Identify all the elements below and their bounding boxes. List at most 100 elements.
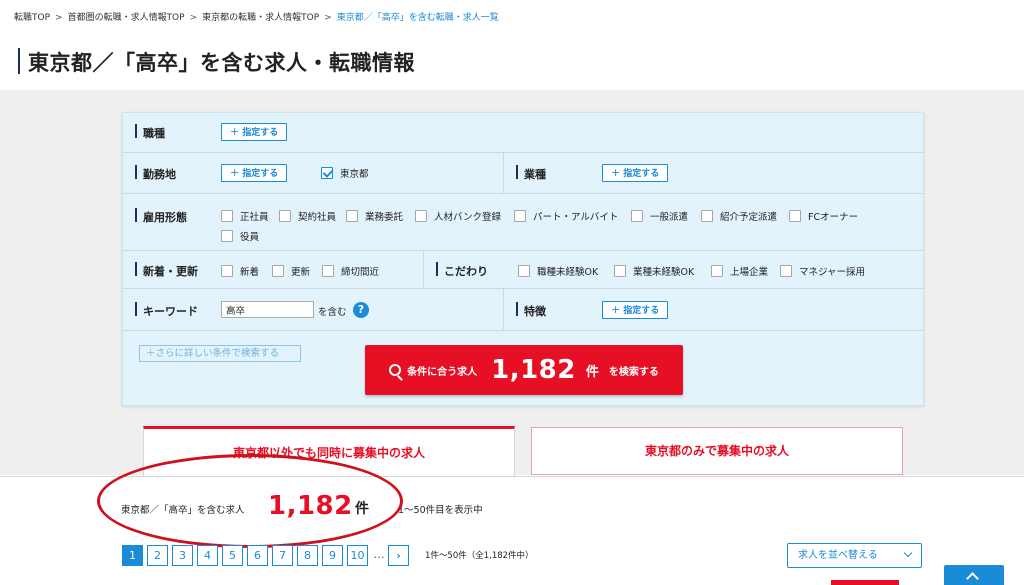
freshness-option-1[interactable]: 更新 [272,264,310,278]
keyword-label: キーワード [135,302,198,319]
checkbox-label: マネジャー採用 [799,267,866,278]
industry-assign-button[interactable]: + 指定する [602,164,669,182]
checkbox-label: 人材バンク登録 [434,212,501,223]
keyword-input[interactable] [221,301,314,318]
job-type-label: 職種 [135,124,165,141]
sort-dropdown[interactable]: 求人を並べ替える [787,543,922,568]
more-conditions-button[interactable]: ＋さらに詳しい条件で検索する [139,345,301,362]
plus-icon: + [230,166,240,179]
checkbox-label: 締切間近 [341,267,380,278]
keyword-suffix: を含む [318,307,347,318]
checkbox-label: FCオーナー [808,212,859,223]
breadcrumb-link-tokyo[interactable]: 東京都の転職・求人情報TOP [202,10,319,23]
preferences-option-3[interactable]: マネジャー採用 [780,264,865,278]
breadcrumb-link-capital-area[interactable]: 首都圏の転職・求人情報TOP [68,10,185,23]
page-title: 東京都／「高卒」を含む求人・転職情報 [28,51,415,75]
row-employment: 雇用形態 正社員 契約社員 業務委託 人材バンク登録 パート・アルバイト 一般派… [123,194,923,251]
help-icon[interactable]: ? [353,302,369,318]
checkbox-icon [631,210,643,222]
employment-option-0[interactable]: 正社員 [221,209,269,223]
assign-label: 指定する [242,128,279,138]
employment-option-2[interactable]: 業務委託 [346,209,403,223]
industry-label: 業種 [516,165,546,182]
job-type-assign-button[interactable]: + 指定する [221,123,288,141]
checkbox-label: 更新 [291,267,311,278]
preferences-option-2[interactable]: 上場企業 [711,264,768,278]
page-link-6[interactable]: 6 [247,545,268,566]
checkbox-icon [518,265,530,277]
pagination-info: 1件〜50件（全1,182件中） [425,551,534,561]
checkbox-icon [221,265,233,277]
checkbox-icon [780,265,792,277]
row-freshness-preferences: 新着・更新 新着 更新 締切間近 こだわり 職種未経験OK 業種未経験OK 上場… [123,251,923,289]
checkbox-icon [415,210,427,222]
tab-tokyo-only[interactable]: 東京都のみで募集中の求人 [531,427,903,475]
checkbox-label: パート・アルバイト [533,212,619,223]
page-header: 東京都／「高卒」を含む求人・転職情報 [0,30,1024,90]
page-link-10[interactable]: 10 [347,545,368,566]
assign-label: 指定する [242,169,279,179]
employment-option-4[interactable]: パート・アルバイト [514,209,618,223]
breadcrumb-current: 東京都／「高卒」を含む転職・求人一覧 [336,13,499,23]
preferences-option-1[interactable]: 業種未経験OK [614,264,694,278]
employment-option-8[interactable]: 役員 [221,229,259,243]
features-assign-button[interactable]: + 指定する [602,301,669,319]
industry-cell: 業種 + 指定する [503,153,923,193]
page-link-1[interactable]: 1 [122,545,143,566]
search-icon [389,364,402,376]
plus-icon: + [230,125,240,138]
employment-option-5[interactable]: 一般派遣 [631,209,688,223]
breadcrumb-separator: > [324,13,332,23]
features-cell: 特徴 + 指定する [503,289,923,330]
page-link-9[interactable]: 9 [322,545,343,566]
checkbox-icon [322,265,334,277]
checkbox-icon [346,210,358,222]
breadcrumb-link-top[interactable]: 転職TOP [14,10,50,23]
freshness-label: 新着・更新 [135,262,198,279]
page-link-2[interactable]: 2 [147,545,168,566]
freshness-option-2[interactable]: 締切間近 [322,264,379,278]
location-checkbox-tokyo[interactable]: 東京都 [321,166,369,180]
highlight-ellipse [97,454,403,548]
location-assign-button[interactable]: + 指定する [221,164,288,182]
page-link-5[interactable]: 5 [222,545,243,566]
checkbox-label: 紹介予定派遣 [720,212,778,223]
employment-option-7[interactable]: FCオーナー [789,209,858,223]
chevron-down-icon [903,548,913,558]
checkbox-icon [272,265,284,277]
freshness-option-0[interactable]: 新着 [221,264,259,278]
page-link-7[interactable]: 7 [272,545,293,566]
checkbox-label: 職種未経験OK [537,267,599,278]
employment-option-6[interactable]: 紹介予定派遣 [701,209,777,223]
checkbox-icon [221,230,233,242]
search-button-prefix: 条件に合う求人 [407,366,478,378]
row-keyword-features: キーワード を含む ? 特徴 +指定する [123,289,923,331]
breadcrumb: 転職TOP > 首都圏の転職・求人情報TOP > 東京都の転職・求人情報TOP > 東京都／… [14,10,499,23]
page-link-4[interactable]: 4 [197,545,218,566]
result-range: 1〜50件目を表示中 [398,505,483,516]
assign-label: 指定する [623,169,660,179]
checkbox-icon [711,265,723,277]
checkbox-label: 契約社員 [298,212,337,223]
checkbox-label: 東京都 [340,169,369,180]
next-page-icon[interactable]: › [388,545,409,566]
chevron-up-icon [966,572,979,585]
search-button-unit: 件 [585,364,599,380]
checkbox-icon [221,210,233,222]
checkbox-label: 正社員 [240,212,269,223]
back-to-top-button[interactable] [944,565,1004,585]
checkbox-icon [279,210,291,222]
plus-icon: + [611,166,621,179]
preferences-cell: こだわり 職種未経験OK 業種未経験OK 上場企業 マネジャー採用 [423,251,923,288]
employment-option-3[interactable]: 人材バンク登録 [415,209,501,223]
checkbox-label: 業務委託 [365,212,404,223]
sort-label: 求人を並べ替える [798,550,878,561]
page-link-8[interactable]: 8 [297,545,318,566]
preferences-option-0[interactable]: 職種未経験OK [518,264,598,278]
checkbox-label: 一般派遣 [650,212,689,223]
employment-option-1[interactable]: 契約社員 [279,209,336,223]
search-button[interactable]: 条件に合う求人 1,182 件 を検索する [365,345,683,395]
checkbox-icon [789,210,801,222]
page-link-3[interactable]: 3 [172,545,193,566]
plus-icon: + [611,303,621,316]
